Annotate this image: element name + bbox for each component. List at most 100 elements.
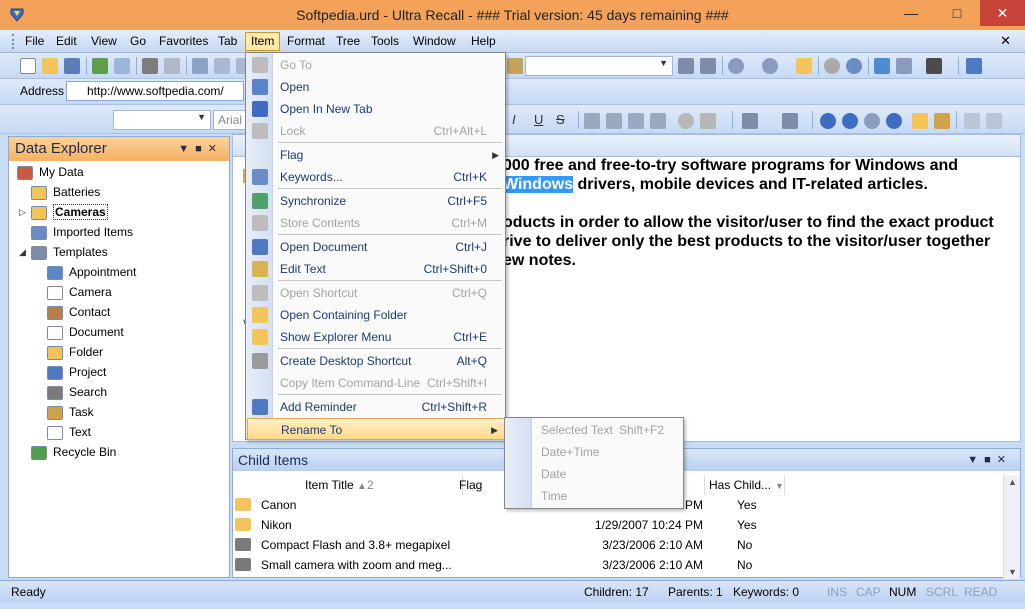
style-combo[interactable]: ▼: [113, 110, 211, 130]
child-panel-controls[interactable]: ▼■✕: [967, 449, 1012, 471]
move-down-icon[interactable]: [842, 113, 858, 129]
menu-item-edit-text[interactable]: Edit Text Ctrl+Shift+0: [247, 258, 505, 280]
child-items-scrollbar[interactable]: ▲ ▼: [1003, 475, 1020, 579]
menu-view[interactable]: View: [86, 32, 122, 51]
move-left-icon[interactable]: [864, 113, 880, 129]
menu-item-go-to[interactable]: Go To: [247, 54, 505, 76]
tree-item[interactable]: Imported Items: [31, 223, 133, 242]
copy-icon[interactable]: [214, 58, 230, 74]
forward-icon[interactable]: [762, 58, 778, 74]
tree-item[interactable]: Document: [47, 323, 124, 342]
insert-table-icon[interactable]: [742, 113, 758, 129]
page-icon[interactable]: [926, 58, 942, 74]
checkmark-icon[interactable]: [874, 58, 890, 74]
favorites-icon[interactable]: [796, 58, 812, 74]
menu-tools[interactable]: Tools: [366, 32, 404, 51]
search-advanced-icon[interactable]: [700, 58, 716, 74]
table-row[interactable]: Small camera with zoom and meg... 3/23/20…: [233, 555, 1003, 575]
menu-item-open[interactable]: Open: [247, 76, 505, 98]
menu-item-add-reminder[interactable]: Add Reminder Ctrl+Shift+R: [247, 396, 505, 418]
tree-item[interactable]: Search: [47, 383, 107, 402]
menu-item-open-containing-folder[interactable]: Open Containing Folder: [247, 304, 505, 326]
menu-file[interactable]: File: [20, 32, 49, 51]
menu-item-create-desktop-shortcut[interactable]: Create Desktop Shortcut Alt+Q: [247, 350, 505, 372]
tree-item[interactable]: Text: [47, 423, 91, 442]
link-icon[interactable]: [678, 113, 694, 129]
close-button[interactable]: ✕: [980, 0, 1025, 26]
menu-item-show-explorer-menu[interactable]: Show Explorer Menu Ctrl+E: [247, 326, 505, 348]
book-icon[interactable]: [966, 58, 982, 74]
open-folder-icon[interactable]: [42, 58, 58, 74]
tree-item[interactable]: Appointment: [47, 263, 136, 282]
cut-icon[interactable]: [192, 58, 208, 74]
menu-item-open-document[interactable]: Open Document Ctrl+J: [247, 236, 505, 258]
address-input[interactable]: http://www.softpedia.com/: [66, 81, 244, 101]
column-has-child[interactable]: Has Child... ▼: [705, 475, 785, 495]
table-row[interactable]: Compact Flash and 3.8+ megapixel 3/23/200…: [233, 535, 1003, 555]
back-icon[interactable]: [728, 58, 744, 74]
menu-edit[interactable]: Edit: [51, 32, 82, 51]
menu-item-store-contents[interactable]: Store Contents Ctrl+M: [247, 212, 505, 234]
save-icon[interactable]: [64, 58, 80, 74]
new-icon[interactable]: [20, 58, 36, 74]
menu-item-open-shortcut[interactable]: Open Shortcut Ctrl+Q: [247, 282, 505, 304]
maximize-button[interactable]: □: [934, 0, 980, 26]
tree-item[interactable]: My Data: [17, 163, 84, 182]
panel-controls[interactable]: ▼■✕: [178, 137, 223, 161]
indent-icon[interactable]: [650, 113, 666, 129]
submenu-item-time[interactable]: Time: [506, 485, 682, 507]
tree-item[interactable]: Camera: [47, 283, 112, 302]
mdi-close-icon[interactable]: ✕: [1000, 33, 1011, 49]
print-preview-icon[interactable]: [164, 58, 180, 74]
properties-icon[interactable]: [114, 58, 130, 74]
menu-item-rename-to[interactable]: Rename To ▶: [247, 418, 505, 440]
tree-item[interactable]: Project: [47, 363, 106, 382]
numbering-icon[interactable]: [606, 113, 622, 129]
italic-icon[interactable]: I: [512, 112, 528, 128]
font-combo[interactable]: Arial: [213, 110, 248, 130]
outdent-icon[interactable]: [628, 113, 644, 129]
menu-go[interactable]: Go: [125, 32, 151, 51]
menubar-grip[interactable]: [12, 34, 15, 49]
column-item-title[interactable]: Item Title ▲2: [233, 475, 463, 495]
menu-window[interactable]: Window: [408, 32, 461, 51]
submenu-item-date-time[interactable]: Date+Time: [506, 441, 682, 463]
tree-item[interactable]: Folder: [47, 343, 103, 362]
minimize-button[interactable]: —: [888, 0, 934, 26]
tree-item[interactable]: Cameras: [31, 203, 108, 222]
underline-icon[interactable]: U: [534, 112, 550, 128]
insert-row-icon[interactable]: [782, 113, 798, 129]
menu-item-synchronize[interactable]: Synchronize Ctrl+F5: [247, 190, 505, 212]
menu-tab[interactable]: Tab: [213, 32, 242, 51]
view-icon[interactable]: [896, 58, 912, 74]
move-up-icon[interactable]: [820, 113, 836, 129]
submenu-item-selected-text[interactable]: Selected Text Shift+F2: [506, 419, 682, 441]
menu-format[interactable]: Format: [282, 32, 330, 51]
strikethrough-icon[interactable]: S: [556, 112, 572, 128]
tree-item[interactable]: Task: [47, 403, 94, 422]
menu-item-copy-item-command-line[interactable]: Copy Item Command-Line Ctrl+Shift+I: [247, 372, 505, 394]
menu-item-open-in-new-tab[interactable]: Open In New Tab: [247, 98, 505, 120]
find-icon[interactable]: [507, 58, 523, 74]
tree-item[interactable]: Recycle Bin: [31, 443, 116, 462]
menu-item[interactable]: Item: [245, 32, 281, 51]
tree-item[interactable]: Templates: [31, 243, 108, 262]
import-icon[interactable]: [986, 113, 1002, 129]
tree-expander-icon[interactable]: ▷: [19, 207, 26, 218]
expand-icon[interactable]: [912, 113, 928, 129]
binoculars-icon[interactable]: [678, 58, 694, 74]
menu-item-lock[interactable]: Lock Ctrl+Alt+L: [247, 120, 505, 142]
tree-expander-icon[interactable]: ◢: [19, 247, 26, 258]
submenu-item-date[interactable]: Date: [506, 463, 682, 485]
table-row[interactable]: Nikon 1/29/2007 10:24 PM Yes: [233, 515, 1003, 535]
search-combo[interactable]: ▼: [525, 56, 673, 76]
menu-tree[interactable]: Tree: [331, 32, 365, 51]
menu-item-flag[interactable]: Flag ▶: [247, 144, 505, 166]
table-icon[interactable]: [700, 113, 716, 129]
column-flag[interactable]: Flag: [455, 475, 505, 495]
stop-icon[interactable]: [824, 58, 840, 74]
tree-item[interactable]: Contact: [47, 303, 110, 322]
new-child-icon[interactable]: [92, 58, 108, 74]
print-icon[interactable]: [142, 58, 158, 74]
refresh-icon[interactable]: [846, 58, 862, 74]
